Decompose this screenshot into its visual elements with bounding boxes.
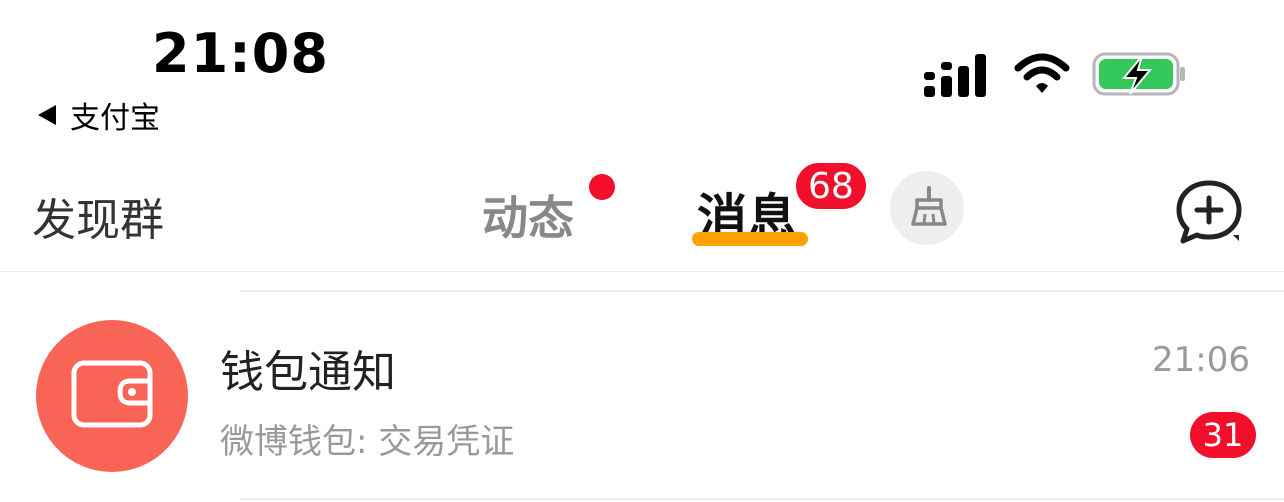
wallet-icon xyxy=(70,359,154,433)
back-arrow-icon xyxy=(38,105,56,125)
unread-count-badge: 31 xyxy=(1190,412,1256,458)
list-item[interactable]: 钱包通知 微博钱包: 交易凭证 21:06 31 xyxy=(0,300,1284,502)
clear-unread-button[interactable] xyxy=(890,171,964,245)
tab-dongtai-unread-dot xyxy=(589,174,615,200)
back-to-app-link[interactable]: 支付宝 xyxy=(38,93,160,137)
avatar xyxy=(36,320,188,472)
message-preview: 微博钱包: 交易凭证 xyxy=(220,422,515,462)
message-time: 21:06 xyxy=(1152,340,1250,380)
battery-charging-icon xyxy=(1092,50,1188,98)
section-divider xyxy=(240,290,1284,292)
new-chat-button[interactable] xyxy=(1172,178,1246,252)
top-nav: 发现群 动态 消息 68 xyxy=(0,148,1284,272)
back-app-label: 支付宝 xyxy=(70,101,160,136)
message-title: 钱包通知 xyxy=(220,347,396,398)
tab-xiaoxi-badge: 68 xyxy=(793,160,869,212)
status-time: 21:08 xyxy=(152,22,329,85)
cellular-signal-icon xyxy=(922,50,992,98)
wifi-icon xyxy=(1014,52,1070,96)
broom-icon xyxy=(905,184,949,232)
active-tab-indicator xyxy=(692,232,808,246)
row-divider xyxy=(240,498,1284,500)
discover-groups-link[interactable]: 发现群 xyxy=(32,184,164,248)
status-indicators xyxy=(922,50,1188,98)
tab-dongtai[interactable]: 动态 xyxy=(482,182,574,248)
chat-plus-icon xyxy=(1173,177,1245,253)
